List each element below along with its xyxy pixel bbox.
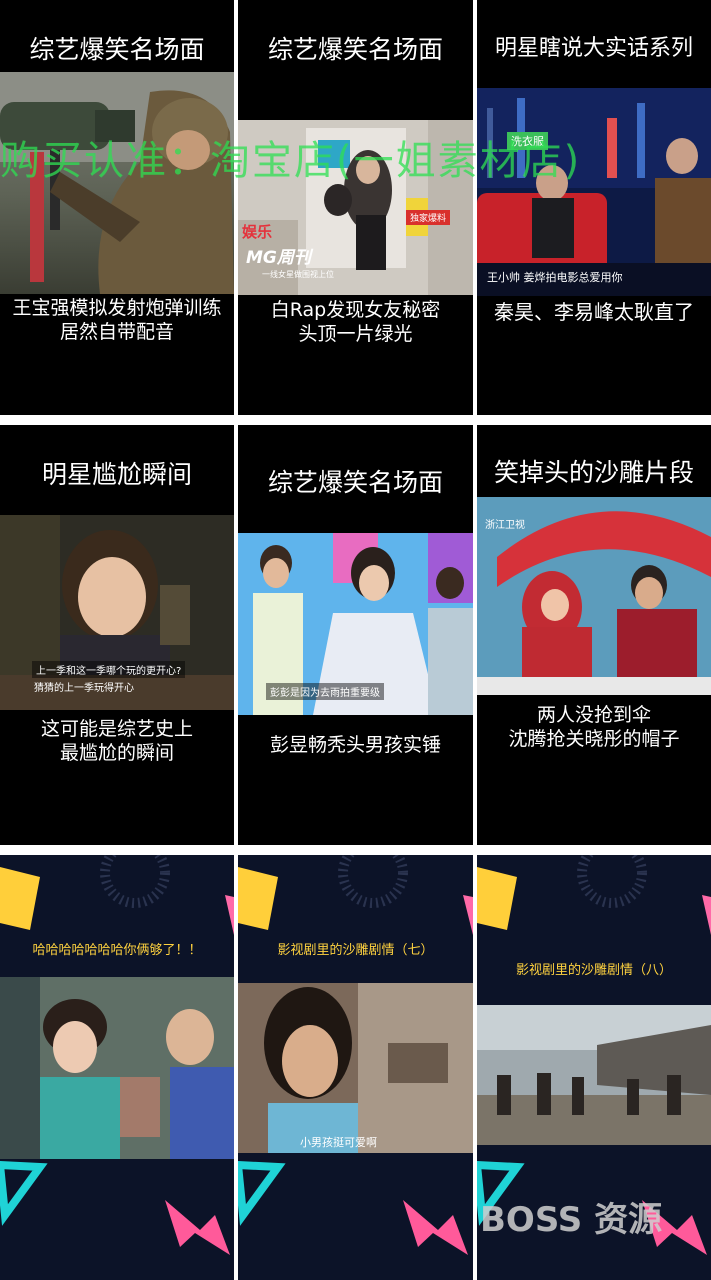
subtitle: 彭彭是因为去雨拍重要级 xyxy=(266,683,384,700)
card-caption: 白Rap发现女友秘密 头顶一片绿光 xyxy=(270,299,441,345)
magazine-badge: 独家爆料 xyxy=(406,210,451,225)
card-title: 明星瞎说大实话系列 xyxy=(494,36,693,61)
channel-logo: 浙江卫视 xyxy=(485,520,525,531)
magazine-subline: 一线女星做围视上位 xyxy=(262,270,334,279)
divider-v2 xyxy=(473,0,477,1280)
divider-v1 xyxy=(234,0,238,1280)
card-title: 综艺爆笑名场面 xyxy=(267,468,443,497)
battle-scene-image xyxy=(477,1005,711,1145)
video-card-1[interactable]: 综艺爆笑名场面 王宝强模拟发射炮弹训练 居然自带配音 xyxy=(0,0,234,415)
video-card-2[interactable]: 综艺爆笑名场面 娱乐 MG周刊 独家爆料 一线女星做围视上位 白Rap发现女友秘… xyxy=(238,0,473,415)
video-thumbnail: 浙江卫视 xyxy=(477,497,711,695)
card-caption: 彭昱畅秃头男孩实锤 xyxy=(269,734,441,756)
card-subtitle: 哈哈哈哈哈哈哈你俩够了！！ xyxy=(32,943,202,958)
video-card-6[interactable]: 笑掉头的沙雕片段 浙江卫视 两人没抢到伞 沈腾抢关晓彤的帽子 xyxy=(477,425,711,845)
card-title: 综艺爆笑名场面 xyxy=(29,35,205,64)
video-card-9[interactable]: 影视剧里的沙雕剧情（八） xyxy=(477,855,711,1280)
show-tag: 洗衣服 xyxy=(507,132,548,150)
divider-h2 xyxy=(0,845,711,855)
card-subtitle: 影视剧里的沙雕剧情（七） xyxy=(277,943,434,958)
soldier-launcher-image xyxy=(0,72,234,294)
video-thumbnail: 娱乐 MG周刊 独家爆料 一线女星做围视上位 xyxy=(238,120,473,295)
video-card-7[interactable]: 哈哈哈哈哈哈哈你俩够了！！ xyxy=(0,855,234,1280)
card-caption: 两人没抢到伞 沈腾抢关晓彤的帽子 xyxy=(508,704,680,750)
subtitle-line-1: 上一季和这一季哪个玩的更开心? xyxy=(32,661,186,678)
magazine-red-tag: 娱乐 xyxy=(242,223,273,241)
card-title: 明星尴尬瞬间 xyxy=(41,460,192,489)
video-card-8[interactable]: 影视剧里的沙雕剧情（七） 小男孩挺可爱啊 xyxy=(238,855,473,1280)
show-subtitle: 王小帅 姜烨拍电影总爱用你 xyxy=(487,271,623,284)
card-title: 综艺爆笑名场面 xyxy=(267,35,443,64)
video-card-5[interactable]: 综艺爆笑名场面 彭彭是因为去雨拍重要级 彭昱畅秃头男孩实锤 xyxy=(238,425,473,845)
video-card-3[interactable]: 明星瞎说大实话系列 洗衣服 王小帅 姜烨拍电影总爱用你 秦昊、李易峰太耿直了 xyxy=(477,0,711,415)
card-caption: 秦昊、李易峰太耿直了 xyxy=(494,300,694,324)
video-thumbnail: 小男孩挺可爱啊 xyxy=(238,983,473,1153)
video-thumbnail: 洗衣服 王小帅 姜烨拍电影总爱用你 xyxy=(477,88,711,296)
video-thumbnail xyxy=(0,72,234,294)
talk-show-image xyxy=(477,88,711,296)
subtitle-line-2: 猜猜的上一季玩得开心 xyxy=(34,683,134,694)
drama-woman-image xyxy=(238,983,473,1153)
subtitle: 小男孩挺可爱啊 xyxy=(300,1136,377,1149)
video-card-4[interactable]: 明星尴尬瞬间 上一季和这一季哪个玩的更开心? 猜猜的上一季玩得开心 这可能是综艺… xyxy=(0,425,234,845)
video-thumbnail xyxy=(477,1005,711,1145)
magazine-brand: MG周刊 xyxy=(246,248,311,268)
card-subtitle: 影视剧里的沙雕剧情（八） xyxy=(515,963,672,978)
period-drama-image xyxy=(0,977,234,1159)
card-title: 笑掉头的沙雕片段 xyxy=(493,458,694,487)
video-thumbnail: 彭彭是因为去雨拍重要级 xyxy=(238,533,473,715)
divider-h1 xyxy=(0,415,711,425)
card-caption: 这可能是综艺史上 最尴尬的瞬间 xyxy=(40,718,193,764)
video-thumbnail xyxy=(0,977,234,1159)
video-grid: 综艺爆笑名场面 王宝强模拟发射炮弹训练 居然自带配音 综艺爆笑名场面 娱乐 MG… xyxy=(0,0,711,1280)
card-caption: 王宝强模拟发射炮弹训练 居然自带配音 xyxy=(12,297,222,343)
video-thumbnail: 上一季和这一季哪个玩的更开心? 猜猜的上一季玩得开心 xyxy=(0,515,234,710)
